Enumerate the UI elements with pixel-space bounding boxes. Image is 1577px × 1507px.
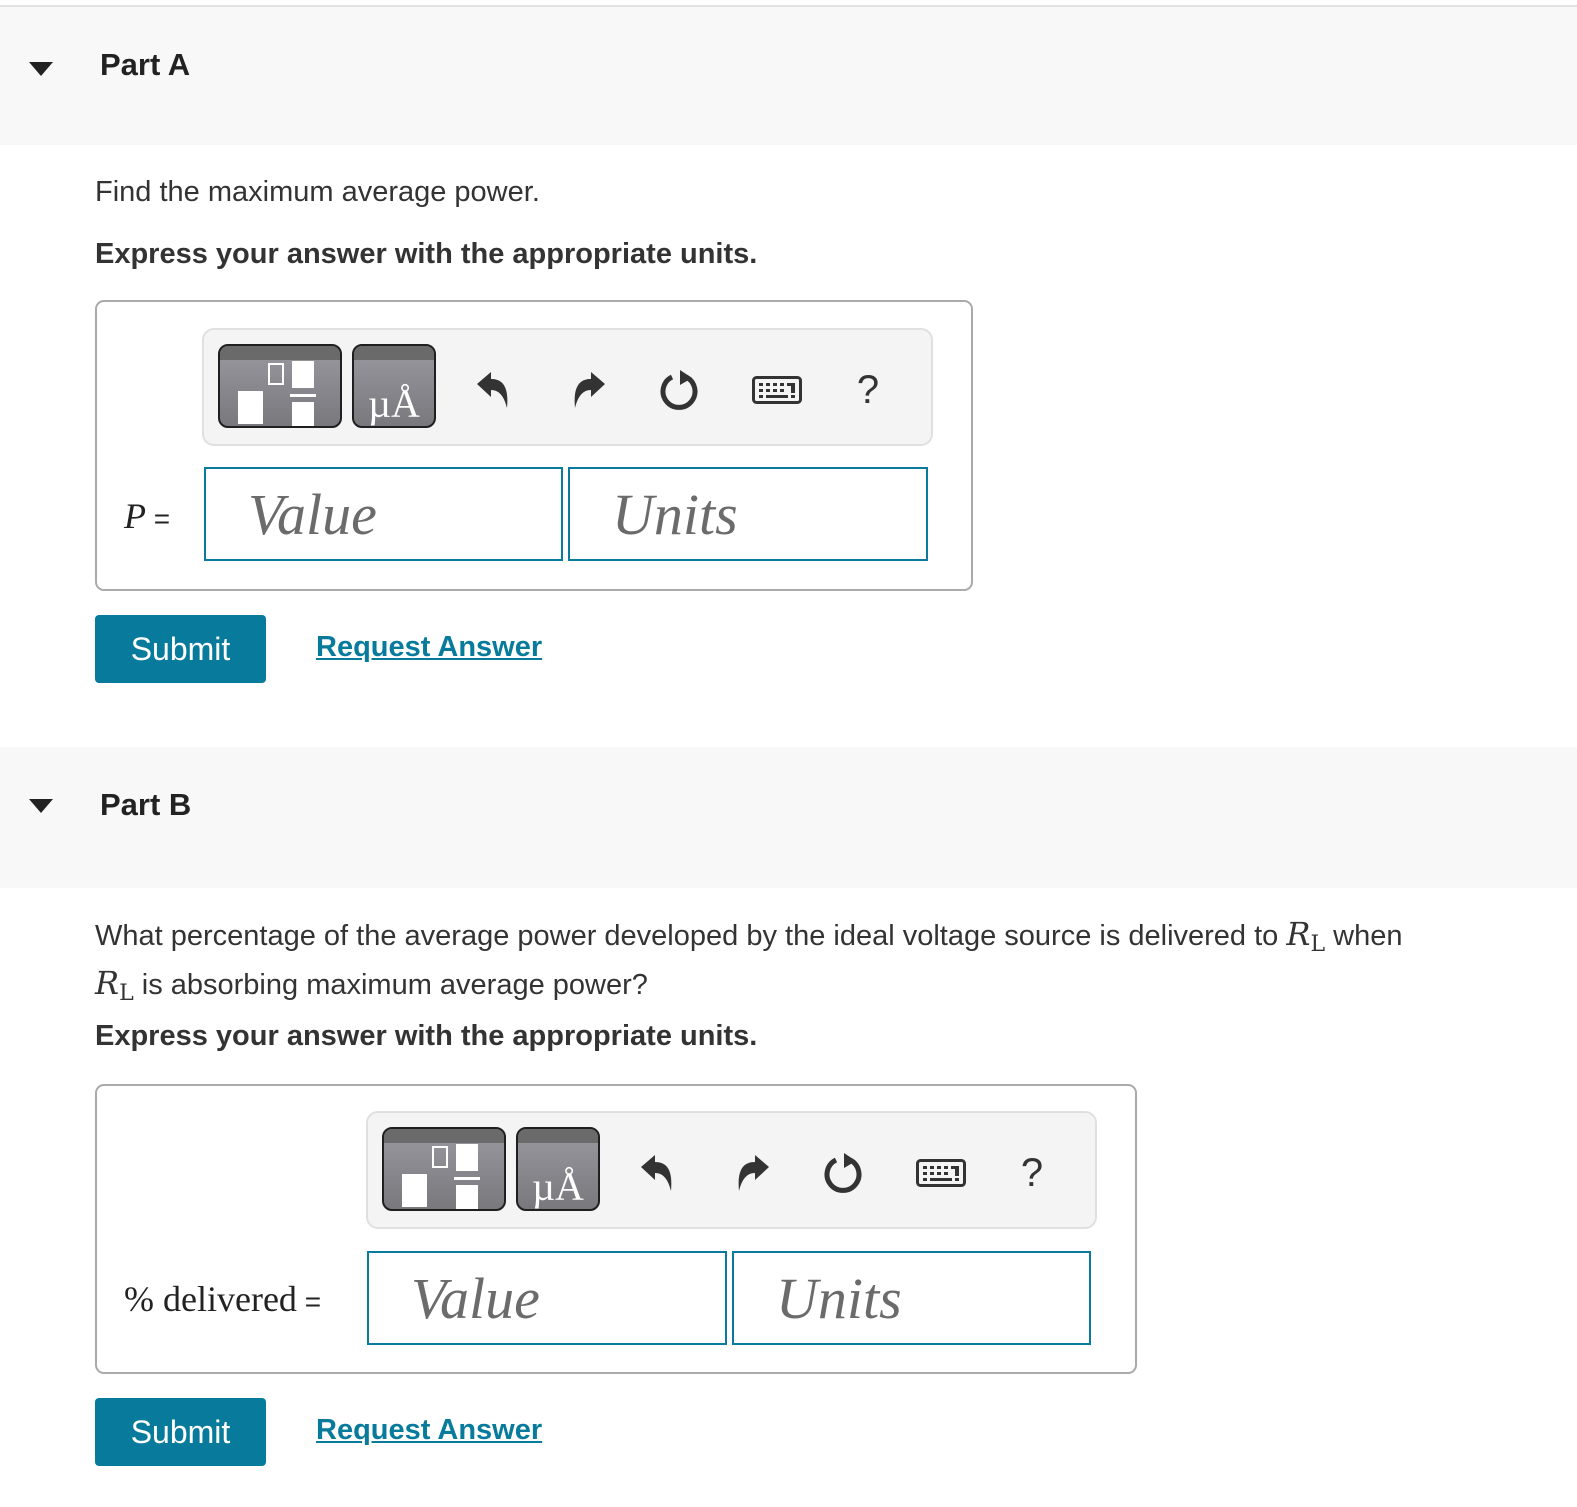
part-b-header[interactable]: Part B	[0, 747, 1577, 888]
part-a-instruction: Express your answer with the appropriate…	[95, 238, 758, 270]
part-b-question: What percentage of the average power dev…	[95, 915, 1403, 1006]
keyboard-button[interactable]	[752, 368, 802, 412]
help-icon: ?	[1020, 1150, 1044, 1195]
part-a-question: Find the maximum average power.	[95, 176, 540, 208]
templates-icon	[402, 1144, 480, 1209]
value-input[interactable]	[204, 467, 563, 561]
request-answer-link[interactable]: Request Answer	[316, 631, 542, 664]
units-input[interactable]	[732, 1251, 1091, 1345]
part-a-title: Part A	[100, 47, 191, 82]
help-button[interactable]: ?	[1010, 1151, 1054, 1195]
help-icon: ?	[856, 367, 880, 412]
units-icon: µÅ	[368, 381, 420, 426]
templates-icon	[238, 361, 316, 426]
redo-icon	[574, 372, 605, 408]
units-button[interactable]: µÅ	[516, 1127, 600, 1211]
templates-button[interactable]	[382, 1127, 506, 1211]
part-a-answer-box: µÅ ? P = Value Units	[95, 300, 973, 591]
collapse-caret-icon[interactable]	[29, 799, 53, 813]
part-a-header[interactable]: Part A	[0, 5, 1577, 145]
part-b-math-toolbar: µÅ ?	[366, 1111, 1097, 1229]
reset-icon	[660, 370, 698, 410]
units-icon: µÅ	[532, 1164, 584, 1209]
keyboard-icon	[752, 376, 802, 404]
submit-button[interactable]: Submit	[95, 1398, 266, 1466]
answer-label-p: P =	[124, 496, 171, 536]
submit-button[interactable]: Submit	[95, 615, 266, 683]
part-b-title: Part B	[100, 787, 192, 822]
undo-button[interactable]	[472, 368, 516, 412]
redo-button[interactable]	[566, 368, 610, 412]
part-b-answer-box: µÅ ? % delivered = Value Units	[95, 1084, 1137, 1374]
reset-button[interactable]	[822, 1151, 866, 1195]
part-b-instruction: Express your answer with the appropriate…	[95, 1020, 758, 1052]
templates-button[interactable]	[218, 344, 342, 428]
answer-label-percent-delivered: % delivered =	[124, 1279, 322, 1319]
undo-button[interactable]	[636, 1151, 680, 1195]
undo-icon	[641, 1155, 672, 1191]
keyboard-icon	[916, 1159, 966, 1187]
math-rl: RL	[1286, 915, 1326, 957]
reset-icon	[824, 1153, 862, 1193]
units-button[interactable]: µÅ	[352, 344, 436, 428]
collapse-caret-icon[interactable]	[29, 62, 53, 76]
part-a-math-toolbar: µÅ ?	[202, 328, 933, 446]
undo-icon	[477, 372, 508, 408]
request-answer-link[interactable]: Request Answer	[316, 1414, 542, 1447]
keyboard-button[interactable]	[916, 1151, 966, 1195]
redo-icon	[738, 1155, 769, 1191]
math-rl: RL	[95, 964, 134, 1006]
help-button[interactable]: ?	[846, 368, 890, 412]
reset-button[interactable]	[658, 368, 702, 412]
value-input[interactable]	[367, 1251, 727, 1345]
units-input[interactable]	[568, 467, 928, 561]
redo-button[interactable]	[730, 1151, 774, 1195]
